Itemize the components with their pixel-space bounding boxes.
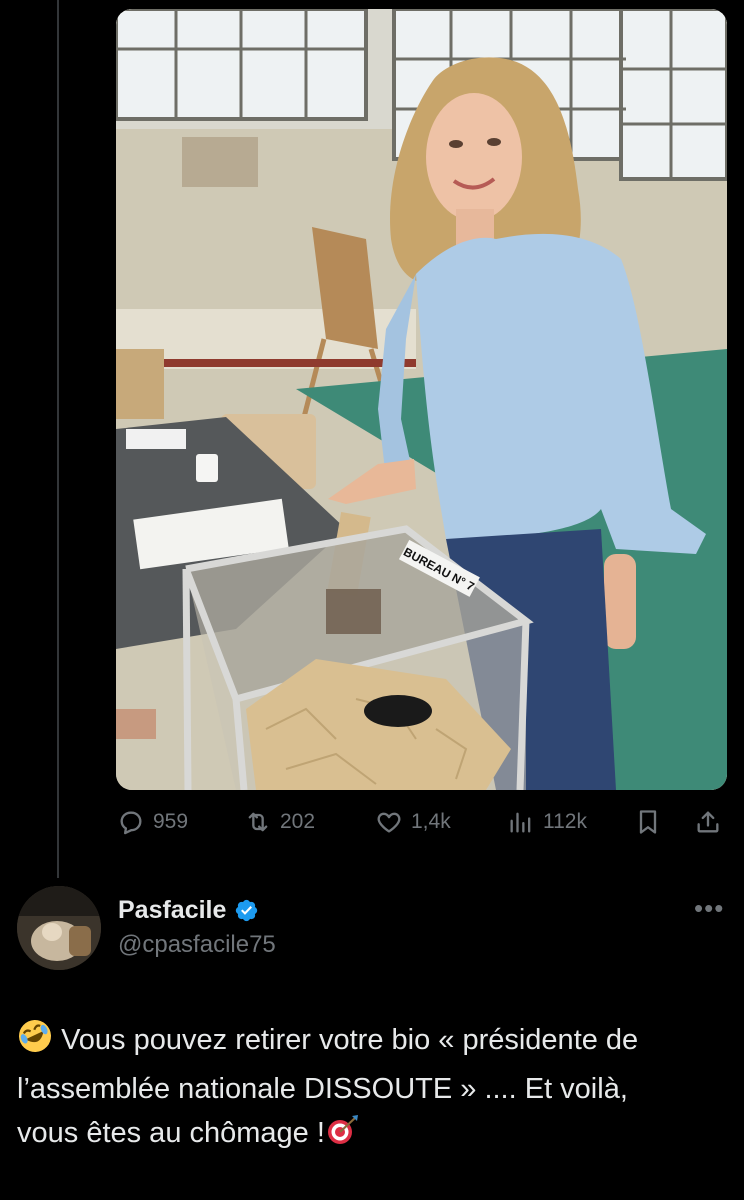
reply-text-line-3: vous êtes au chômage ! <box>17 1117 325 1149</box>
reply-text: Vous pouvez retirer votre bio « présiden… <box>17 1018 729 1160</box>
display-name[interactable]: Pasfacile <box>118 896 226 925</box>
view-count: 112k <box>543 810 587 833</box>
author-name-row: Pasfacile <box>118 896 259 925</box>
rolling-on-floor-laughing-emoji <box>17 1018 53 1067</box>
views-button[interactable]: 112k <box>507 800 587 844</box>
thread-connector-line <box>57 0 59 878</box>
like-count: 1,4k <box>411 810 451 833</box>
bookmark-button[interactable] <box>634 800 662 844</box>
verified-badge-icon <box>234 898 259 923</box>
post-photo[interactable]: BUREAU N° 7 <box>116 9 727 790</box>
post-action-bar: 959 202 1,4k 112k <box>0 800 744 844</box>
more-options-icon[interactable]: ••• <box>694 895 724 921</box>
heart-icon <box>377 812 401 833</box>
share-icon <box>697 811 719 833</box>
views-chart-icon <box>510 812 531 833</box>
reply-text-line-2: l’assemblée nationale DISSOUTE » .... Et… <box>17 1073 628 1105</box>
reply-button[interactable]: 959 <box>117 800 188 844</box>
like-button[interactable]: 1,4k <box>375 800 451 844</box>
share-button[interactable] <box>694 800 722 844</box>
repost-count: 202 <box>280 810 316 833</box>
repost-icon <box>248 812 268 832</box>
reply-text-line-1: Vous pouvez retirer votre bio « présiden… <box>61 1024 639 1056</box>
direct-hit-target-emoji <box>325 1113 359 1160</box>
reply-icon <box>120 811 142 835</box>
reply-count: 959 <box>153 810 189 833</box>
avatar[interactable] <box>17 886 101 970</box>
repost-button[interactable]: 202 <box>244 800 315 844</box>
bookmark-icon <box>639 810 657 834</box>
author-handle[interactable]: @cpasfacile75 <box>118 931 276 959</box>
